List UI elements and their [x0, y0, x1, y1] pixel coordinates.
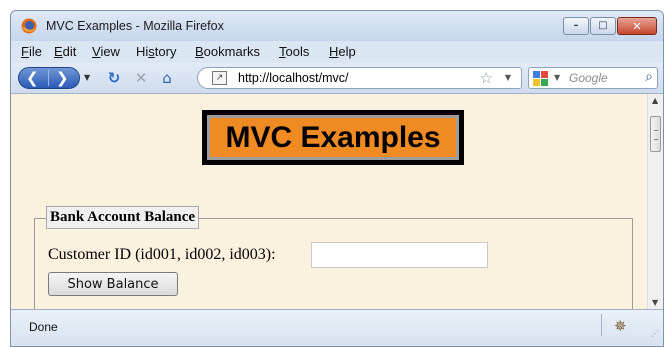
scroll-up-icon[interactable]: ▲ [652, 96, 658, 105]
firefox-icon [21, 18, 37, 34]
menu-help[interactable]: Help [329, 44, 356, 59]
navigation-toolbar: ❮ ❯ ▼ ↻ ✕ ⌂ ↗ http://localhost/mvc/ ☆ ▼ … [11, 63, 663, 94]
back-forward-group: ❮ ❯ [18, 67, 80, 89]
page-content: MVC Examples Bank Account Balance Custom… [11, 94, 647, 311]
bookmark-star-icon[interactable]: ☆ [480, 69, 493, 87]
address-bar[interactable]: ↗ http://localhost/mvc/ ☆ ▼ [197, 67, 522, 89]
grip-icon [654, 130, 658, 140]
heading-banner-inner: MVC Examples [207, 115, 459, 160]
menu-bookmarks[interactable]: Bookmarks [195, 44, 260, 59]
search-bar[interactable]: ▼ Google ⌕ [528, 67, 658, 89]
vertical-scrollbar[interactable]: ▲ ▼ [647, 94, 663, 309]
url-text[interactable]: http://localhost/mvc/ [238, 71, 348, 85]
search-placeholder: Google [569, 71, 608, 85]
customer-id-input[interactable] [311, 242, 488, 268]
page-favicon-icon: ↗ [212, 71, 227, 85]
resize-grip-icon[interactable]: ⋰ [651, 329, 661, 339]
maximize-button[interactable]: □ [590, 17, 616, 35]
menu-tools[interactable]: Tools [279, 44, 309, 59]
close-button[interactable]: ✕ [617, 17, 657, 35]
menu-file[interactable]: File [21, 44, 42, 59]
browser-window: MVC Examples - Mozilla Firefox – □ ✕ Fil… [10, 10, 664, 347]
menu-view[interactable]: View [92, 44, 120, 59]
status-bar: Done ✵ ⋰ [11, 309, 663, 346]
menu-bar: File Edit View History Bookmarks Tools H… [11, 41, 663, 63]
menu-edit[interactable]: Edit [54, 44, 76, 59]
minimize-button[interactable]: – [563, 17, 589, 35]
google-icon[interactable] [533, 71, 548, 86]
page-title: MVC Examples [225, 120, 441, 154]
fieldset-legend: Bank Account Balance [46, 206, 200, 229]
url-dropdown-icon[interactable]: ▼ [505, 73, 511, 82]
menu-history[interactable]: History [136, 44, 176, 59]
window-controls: – □ ✕ [563, 17, 657, 35]
title-bar: MVC Examples - Mozilla Firefox – □ ✕ [11, 11, 663, 41]
history-dropdown-icon[interactable]: ▼ [84, 73, 90, 82]
maximize-icon: □ [598, 20, 608, 31]
reload-icon[interactable]: ↻ [105, 69, 123, 87]
status-text: Done [29, 320, 58, 334]
forward-icon[interactable]: ❯ [56, 69, 69, 87]
close-icon: ✕ [632, 19, 642, 33]
back-icon[interactable]: ❮ [26, 69, 39, 87]
home-icon[interactable]: ⌂ [158, 69, 176, 87]
search-engine-dropdown-icon[interactable]: ▼ [554, 73, 560, 82]
divider [48, 70, 49, 86]
show-balance-button[interactable]: Show Balance [48, 272, 178, 296]
scroll-thumb[interactable] [650, 116, 661, 152]
stop-icon[interactable]: ✕ [132, 69, 150, 87]
firebug-icon[interactable]: ✵ [614, 317, 627, 335]
scroll-down-icon[interactable]: ▼ [652, 298, 658, 307]
minimize-icon: – [573, 20, 579, 31]
heading-banner: MVC Examples [202, 110, 464, 165]
window-title: MVC Examples - Mozilla Firefox [46, 19, 224, 33]
customer-id-label: Customer ID (id001, id002, id003): [48, 246, 276, 263]
search-icon[interactable]: ⌕ [645, 69, 653, 85]
status-divider [601, 314, 602, 336]
